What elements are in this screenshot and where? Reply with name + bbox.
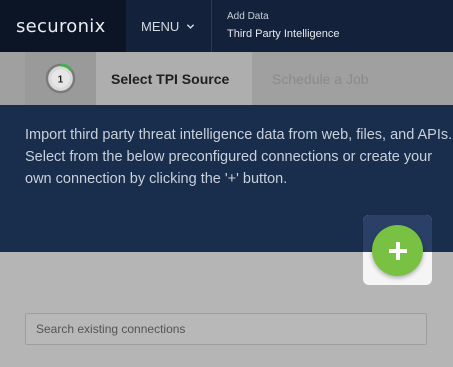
plus-icon (388, 241, 407, 260)
menu-label: MENU (141, 18, 180, 34)
add-connection-button[interactable] (372, 225, 423, 276)
breadcrumb-parent: Add Data (227, 11, 269, 22)
menu-button[interactable]: MENU (126, 0, 212, 52)
step-select-tpi-source[interactable]: Select TPI Source (96, 52, 252, 105)
chevron-down-icon (187, 23, 195, 29)
step-number: 1 (58, 74, 64, 85)
info-description: Import third party threat intelligence d… (25, 127, 453, 187)
breadcrumb-current: Third Party Intelligence (227, 28, 340, 40)
step-progress-icon: 1 (45, 63, 76, 94)
top-navigation-bar: securonix MENU Add Data Third Party Inte… (0, 0, 453, 52)
securonix-logo: securonix (16, 15, 106, 37)
search-connections-input[interactable] (25, 313, 427, 345)
step-label-current: Select TPI Source (111, 70, 230, 87)
breadcrumb: Add Data Third Party Intelligence (212, 0, 340, 52)
step-label-next: Schedule a Job (272, 70, 369, 87)
logo-container[interactable]: securonix (0, 0, 126, 52)
step-schedule-job[interactable]: Schedule a Job (272, 52, 369, 105)
